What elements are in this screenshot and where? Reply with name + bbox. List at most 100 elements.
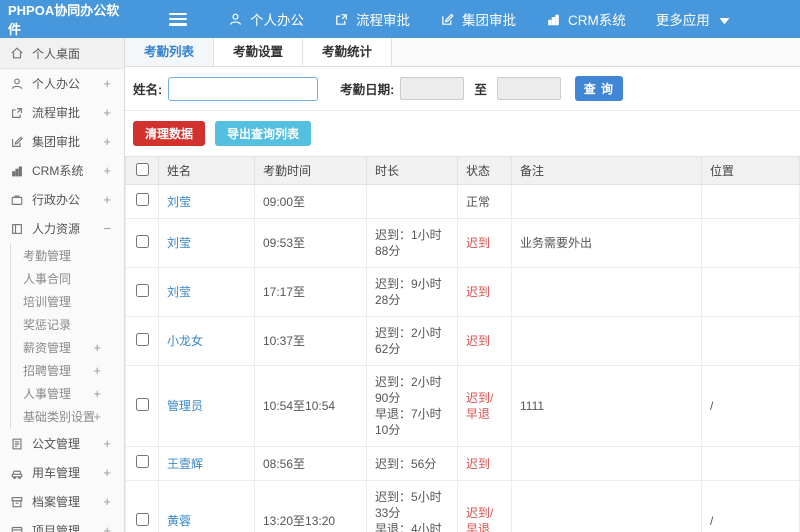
sidebar-subitem-label: 基础类别设置	[23, 410, 96, 424]
expand-toggle-icon[interactable]: +	[103, 134, 111, 149]
row-checkbox[interactable]	[135, 283, 149, 297]
cell-checkbox	[125, 218, 159, 268]
expand-toggle-icon[interactable]: +	[103, 436, 111, 451]
sidebar-item-6[interactable]: 人力资源 −	[0, 214, 124, 243]
export-list-button[interactable]: 导出查询列表	[215, 121, 312, 146]
tab-0[interactable]: 考勤列表	[125, 38, 215, 66]
name-filter-input[interactable]	[168, 76, 319, 101]
sidebar-subitem-2[interactable]: 培训管理	[11, 290, 124, 313]
briefcase-icon	[10, 193, 24, 207]
select-all-checkbox[interactable]	[135, 162, 149, 176]
row-checkbox[interactable]	[135, 234, 149, 248]
sidebar-subitem-0[interactable]: 考勤管理	[11, 244, 124, 267]
employee-name-link[interactable]: 刘莹	[167, 195, 191, 209]
expand-toggle-icon[interactable]: −	[103, 221, 111, 236]
sidebar-item-label: 档案管理	[32, 495, 81, 509]
process-icon	[10, 106, 24, 120]
sidebar-item-label: 行政办公	[32, 193, 81, 207]
sidebar-subitem-7[interactable]: 基础类别设置 +	[11, 405, 124, 428]
sidebar-item-label: CRM系统	[32, 164, 84, 178]
sidebar-subitem-1[interactable]: 人事合同	[11, 267, 124, 290]
sidebar-item-7[interactable]: 公文管理 +	[0, 429, 124, 458]
expand-toggle-icon[interactable]: +	[103, 76, 111, 91]
cell-attendance-time: 09:00至	[254, 184, 367, 219]
expand-toggle-icon[interactable]: +	[103, 523, 111, 532]
sidebar-item-3[interactable]: 集团审批 +	[0, 127, 124, 156]
chart-icon	[546, 12, 561, 27]
cell-duration: 迟到：5小时33分早退：4小时67分	[366, 480, 458, 532]
duration-line: 迟到：2小时90分	[375, 375, 442, 405]
cell-remark	[511, 446, 702, 481]
expand-toggle-icon[interactable]: +	[103, 105, 111, 120]
sidebar-item-label: 流程审批	[32, 106, 81, 120]
sidebar-item-5[interactable]: 行政办公 +	[0, 185, 124, 214]
expand-toggle-icon[interactable]: +	[93, 363, 101, 378]
expand-toggle-icon[interactable]: +	[103, 465, 111, 480]
status-badge: 迟到	[466, 456, 491, 471]
employee-name-link[interactable]: 管理员	[167, 399, 203, 413]
employee-name-link[interactable]: 刘莹	[167, 285, 191, 299]
column-header-1: 考勤时间	[254, 156, 367, 185]
expand-toggle-icon[interactable]: +	[103, 494, 111, 509]
date-from-input[interactable]	[400, 77, 465, 100]
edit-icon	[440, 12, 455, 27]
caret-down-icon	[717, 13, 732, 28]
sidebar-item-10[interactable]: 项目管理 +	[0, 516, 124, 532]
expand-toggle-icon[interactable]: +	[93, 386, 101, 401]
topnav-item-1[interactable]: 流程审批	[319, 0, 425, 38]
topnav-item-2[interactable]: 集团审批	[425, 0, 531, 38]
employee-name-link[interactable]: 刘莹	[167, 236, 191, 250]
date-to-input[interactable]	[496, 77, 561, 100]
tab-2[interactable]: 考勤统计	[303, 38, 393, 66]
tab-bar: 考勤列表 考勤设置 考勤统计	[125, 38, 800, 67]
cell-status: 迟到/早退	[457, 480, 512, 532]
cell-location: /	[701, 365, 800, 447]
topnav-item-0[interactable]: 个人办公	[213, 0, 319, 38]
sidebar-subitem-4[interactable]: 薪资管理 +	[11, 336, 124, 359]
column-header-4: 备注	[511, 156, 702, 185]
status-badge: 迟到	[466, 334, 491, 348]
row-checkbox[interactable]	[135, 455, 149, 468]
status-badge: 正常	[466, 194, 491, 209]
employee-name-link[interactable]: 王壹辉	[167, 457, 203, 471]
row-checkbox[interactable]	[135, 193, 149, 206]
expand-toggle-icon[interactable]: +	[93, 340, 101, 355]
sidebar-item-1[interactable]: 个人办公 +	[0, 69, 124, 98]
sidebar-subitem-6[interactable]: 人事管理 +	[11, 382, 124, 405]
cell-duration: 迟到：1小时88分	[366, 218, 458, 268]
cell-duration: 迟到：9小时28分	[366, 267, 458, 317]
topnav-item-label: 集团审批	[462, 13, 516, 28]
employee-name-link[interactable]: 小龙女	[167, 334, 203, 348]
menu-toggle-icon[interactable]	[169, 12, 187, 26]
sidebar-item-label: 集团审批	[32, 135, 81, 149]
column-header-0: 姓名	[158, 156, 255, 185]
sidebar-item-4[interactable]: CRM系统 +	[0, 156, 124, 185]
row-checkbox[interactable]	[135, 397, 149, 411]
sidebar-item-8[interactable]: 用车管理 +	[0, 458, 124, 487]
duration-line: 迟到：1小时88分	[375, 228, 442, 258]
status-badge: 迟到/早退	[466, 391, 494, 421]
tab-1[interactable]: 考勤设置	[214, 38, 304, 66]
expand-toggle-icon[interactable]: +	[103, 192, 111, 207]
column-header-3: 状态	[457, 156, 512, 185]
topnav-item-3[interactable]: CRM系统	[531, 0, 641, 38]
app-logo: PHPOA协同办公软件	[8, 3, 120, 37]
expand-toggle-icon[interactable]: +	[93, 409, 101, 424]
row-checkbox[interactable]	[135, 332, 149, 346]
search-button[interactable]: 查 询	[574, 76, 623, 101]
cell-status: 正常	[457, 184, 512, 219]
employee-name-link[interactable]: 黄蓉	[167, 514, 191, 528]
sidebar-item-9[interactable]: 档案管理 +	[0, 487, 124, 516]
row-checkbox[interactable]	[135, 512, 149, 526]
date-filter-label: 考勤日期:	[340, 83, 395, 97]
archive-icon	[10, 495, 24, 509]
clean-data-button[interactable]: 清理数据	[133, 121, 206, 146]
sidebar-item-2[interactable]: 流程审批 +	[0, 98, 124, 127]
cell-location	[701, 267, 800, 317]
hr-icon	[10, 222, 24, 236]
topnav-item-4[interactable]: 更多应用	[641, 0, 747, 38]
sidebar-subitem-3[interactable]: 奖惩记录	[11, 313, 124, 336]
expand-toggle-icon[interactable]: +	[103, 163, 111, 178]
sidebar-subitem-5[interactable]: 招聘管理 +	[11, 359, 124, 382]
sidebar-item-0[interactable]: 个人桌面	[0, 38, 124, 69]
